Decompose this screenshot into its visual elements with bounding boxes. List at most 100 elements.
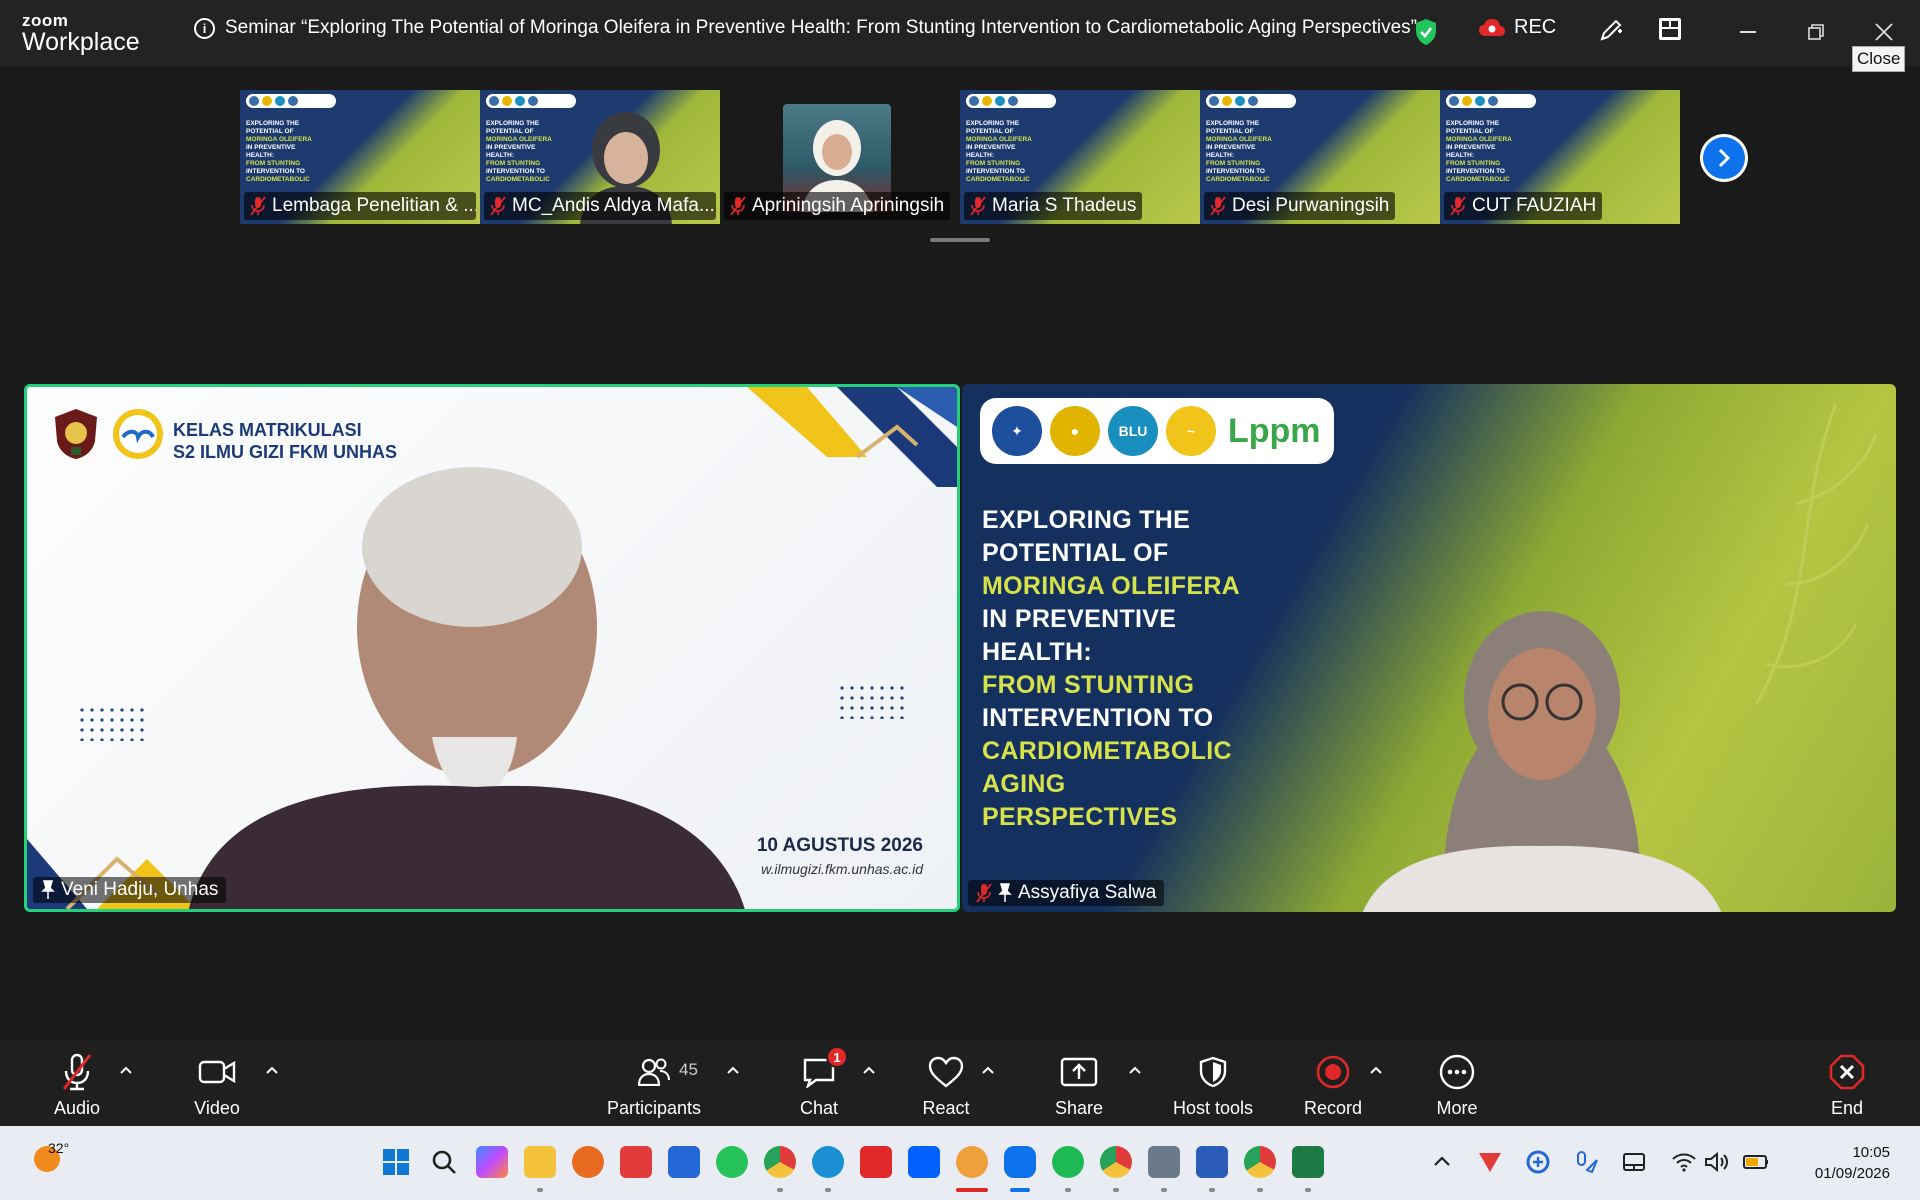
volume-icon[interactable] bbox=[1702, 1148, 1730, 1176]
antivirus-tray-icon[interactable] bbox=[1476, 1148, 1504, 1176]
slide-title-line: MORINGA OLEIFERA bbox=[982, 572, 1241, 600]
meeting-controls-toolbar: Audio Video 45 Participants 1 Chat React… bbox=[0, 1040, 1920, 1126]
clock-date: 01/09/2026 bbox=[1814, 1165, 1890, 1182]
mini-logo-bar bbox=[1446, 94, 1536, 108]
university-crest-icon bbox=[55, 409, 97, 459]
participants-button[interactable]: 45 Participants bbox=[599, 1052, 709, 1119]
security-shield-icon[interactable] bbox=[1414, 18, 1438, 46]
word-app-icon[interactable] bbox=[1196, 1146, 1228, 1178]
next-page-button[interactable] bbox=[1700, 134, 1748, 182]
calculator-app-icon[interactable] bbox=[1148, 1146, 1180, 1178]
touchpad-tray-icon[interactable] bbox=[1620, 1148, 1648, 1176]
audio-options-caret[interactable] bbox=[116, 1062, 136, 1078]
show-hidden-icons-chevron-icon[interactable] bbox=[1428, 1148, 1456, 1176]
file-explorer-icon[interactable] bbox=[524, 1146, 556, 1178]
participant-tile[interactable]: EXPLORING THE POTENTIAL OF MORINGA OLEIFE… bbox=[960, 90, 1200, 224]
view-layout-icon[interactable] bbox=[1658, 17, 1682, 41]
slide-title-line: HEALTH: bbox=[982, 638, 1092, 666]
sponsor-logo-bar: ✦ ● BLU ~ Lppm bbox=[980, 398, 1334, 464]
active-speaker-video[interactable]: KELAS MATRIKULASI S2 ILMU GIZI FKM UNHAS… bbox=[24, 384, 960, 912]
camera-icon bbox=[198, 1060, 236, 1084]
participants-options-caret[interactable] bbox=[723, 1062, 743, 1078]
share-button[interactable]: Share bbox=[1024, 1052, 1134, 1119]
video-options-caret[interactable] bbox=[262, 1062, 282, 1078]
vpn-tray-icon[interactable] bbox=[1524, 1148, 1552, 1176]
anydesk-app-icon[interactable] bbox=[620, 1146, 652, 1178]
edge-app-icon[interactable] bbox=[812, 1146, 844, 1178]
info-icon[interactable]: i bbox=[194, 17, 215, 39]
slide-title-line: POTENTIAL OF bbox=[982, 539, 1169, 567]
wps-app-icon[interactable] bbox=[860, 1146, 892, 1178]
mic-muted-icon bbox=[490, 196, 506, 216]
faculty-logo-icon bbox=[113, 409, 163, 459]
dropbox-app-icon[interactable] bbox=[908, 1146, 940, 1178]
more-dots-icon bbox=[1439, 1054, 1475, 1090]
video-button[interactable]: Video bbox=[162, 1052, 272, 1119]
participant-tile[interactable]: Apriningsih Apriningsih bbox=[720, 90, 960, 224]
mini-slide-text: EXPLORING THE POTENTIAL OF MORINGA OLEIFE… bbox=[1206, 120, 1272, 183]
chevron-up-icon bbox=[120, 1066, 132, 1074]
share-options-caret[interactable] bbox=[1125, 1062, 1145, 1078]
chrome-second-app-icon[interactable] bbox=[1244, 1146, 1276, 1178]
participants-count: 45 bbox=[679, 1060, 698, 1079]
mic-muted-icon bbox=[62, 1053, 92, 1091]
react-options-caret[interactable] bbox=[978, 1062, 998, 1078]
chevron-up-icon bbox=[863, 1066, 875, 1074]
copilot-app-icon[interactable] bbox=[476, 1146, 508, 1178]
slide-title-line: EXPLORING THE bbox=[982, 506, 1191, 534]
mini-logo-bar bbox=[1206, 94, 1296, 108]
store-app-icon[interactable] bbox=[668, 1146, 700, 1178]
restore-button[interactable] bbox=[1796, 14, 1836, 50]
rec-label: REC bbox=[1514, 16, 1557, 38]
slide-title-line: IN PREVENTIVE bbox=[982, 605, 1177, 633]
zoom-app-icon[interactable] bbox=[1004, 1146, 1036, 1178]
excel-app-icon[interactable] bbox=[1292, 1146, 1324, 1178]
system-clock[interactable]: 10:05 01/09/2026 bbox=[1790, 1142, 1890, 1184]
participant-tile[interactable]: EXPLORING THE POTENTIAL OF MORINGA OLEIFE… bbox=[240, 90, 480, 224]
taskbar-running-indicator bbox=[1209, 1188, 1215, 1192]
annotate-pen-icon[interactable] bbox=[1598, 17, 1624, 43]
search-icon[interactable] bbox=[428, 1146, 460, 1178]
mini-logo-bar bbox=[966, 94, 1056, 108]
chat-button[interactable]: 1 Chat bbox=[764, 1046, 874, 1119]
chrome-profile-app-icon[interactable] bbox=[1100, 1146, 1132, 1178]
chat-options-caret[interactable] bbox=[859, 1062, 879, 1078]
whatsapp-app-icon[interactable] bbox=[716, 1146, 748, 1178]
close-button[interactable] bbox=[1864, 14, 1904, 50]
meeting-title[interactable]: i Seminar “Exploring The Potential of Mo… bbox=[194, 17, 1417, 39]
participant-name-tag: Assyafiya Salwa bbox=[968, 880, 1165, 906]
mic-muted-icon bbox=[976, 883, 992, 903]
battery-icon[interactable] bbox=[1742, 1148, 1770, 1176]
host-tools-button[interactable]: Host tools bbox=[1158, 1052, 1268, 1119]
mic-location-tray-icon[interactable] bbox=[1572, 1148, 1600, 1176]
participant-tile[interactable]: EXPLORING THE POTENTIAL OF MORINGA OLEIFE… bbox=[1440, 90, 1680, 224]
clock-time: 10:05 bbox=[1852, 1144, 1890, 1161]
wifi-icon[interactable] bbox=[1670, 1148, 1698, 1176]
participant-video-silhouette bbox=[1362, 611, 1722, 912]
slide-title-line: INTERVENTION TO bbox=[982, 704, 1214, 732]
speaker-name-tag: Veni Hadju, Unhas bbox=[33, 877, 227, 903]
start-windows-icon[interactable] bbox=[380, 1146, 412, 1178]
banner-corner-stripes bbox=[747, 387, 957, 487]
participant-video[interactable]: ✦ ● BLU ~ Lppm EXPLORING THE POTENTIAL OF… bbox=[962, 384, 1896, 912]
participant-name-tag: Apriningsih Apriningsih bbox=[724, 192, 951, 220]
share-screen-icon bbox=[1060, 1057, 1098, 1087]
chevron-right-icon bbox=[1718, 148, 1731, 168]
participant-tile[interactable]: EXPLORING THE POTENTIAL OF MORINGA OLEIFE… bbox=[1200, 90, 1440, 224]
decorative-dots bbox=[77, 705, 147, 741]
participant-name-tag: Lembaga Penelitian & ... bbox=[244, 192, 476, 220]
end-meeting-button[interactable]: End bbox=[1792, 1052, 1902, 1119]
record-options-caret[interactable] bbox=[1366, 1062, 1386, 1078]
pin-icon bbox=[41, 880, 55, 899]
chrome-app-icon[interactable] bbox=[764, 1146, 796, 1178]
minimize-button[interactable] bbox=[1728, 14, 1768, 50]
host-shield-icon bbox=[1199, 1056, 1227, 1088]
participant-tile[interactable]: EXPLORING THE POTENTIAL OF MORINGA OLEIFE… bbox=[480, 90, 720, 224]
more-button[interactable]: More bbox=[1402, 1052, 1512, 1119]
spotify-app-icon[interactable] bbox=[1052, 1146, 1084, 1178]
slide-title-line: AGING bbox=[982, 770, 1066, 798]
browser-app-icon[interactable] bbox=[956, 1146, 988, 1178]
recording-status[interactable]: REC bbox=[1478, 16, 1556, 39]
firefox-app-icon[interactable] bbox=[572, 1146, 604, 1178]
strip-scroll-indicator[interactable] bbox=[930, 238, 990, 242]
